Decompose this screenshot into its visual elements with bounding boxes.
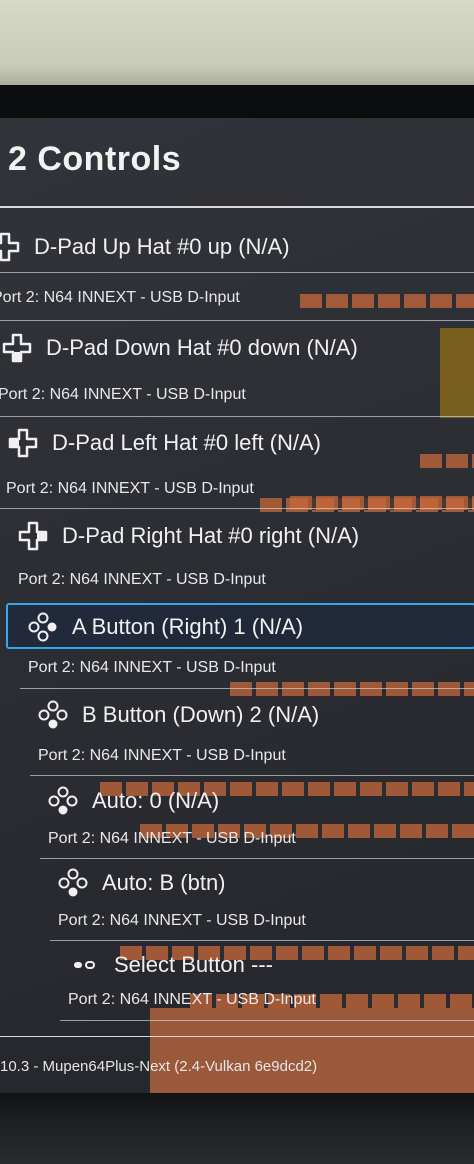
menu-item-sublabel: Port 2: N64 INNEXT - USB D-Input [0,289,240,306]
menu-item-sublabel: Port 2: N64 INNEXT - USB D-Input [38,747,286,764]
menu-item-auto-b[interactable]: Auto: B (btn) [58,868,226,898]
select-icon [70,950,100,980]
menu-item-label: Auto: B (btn) [102,870,226,895]
dpad-icon [18,521,48,551]
menu-item-sublabel: Port 2: N64 INNEXT - USB D-Input [58,912,306,929]
core-version-footer: 10.3 - Mupen64Plus-Next (2.4-Vulkan 6e9d… [0,1058,318,1075]
dpad-icon [8,428,38,458]
menu-item-label: B Button (Down) 2 (N/A) [82,702,320,727]
menu-item-a-button[interactable]: A Button (Right) 1 (N/A) [28,612,303,642]
row-divider [0,320,474,321]
row-divider [50,940,474,941]
face-buttons-icon [28,612,58,642]
footer-divider [0,1036,474,1037]
menu-item-select-button[interactable]: Select Button --- [70,950,273,980]
row-divider [0,508,474,509]
bg-block [440,328,474,418]
menu-item-label: Auto: 0 (N/A) [92,788,220,813]
menu-item-sublabel: Port 2: N64 INNEXT - USB D-Input [6,480,254,497]
face-buttons-icon [38,700,68,730]
row-divider [40,858,474,859]
menu-item-label: D-Pad Right Hat #0 right (N/A) [62,523,360,548]
bg-bricks [300,294,474,308]
menu-item-label: D-Pad Left Hat #0 left (N/A) [52,430,321,455]
title-divider [0,206,474,208]
menu-item-sublabel: Port 2: N64 INNEXT - USB D-Input [18,571,266,588]
wall-background [0,0,474,95]
menu-item-label: D-Pad Up Hat #0 up (N/A) [34,234,290,259]
menu-item-b-button[interactable]: B Button (Down) 2 (N/A) [38,700,319,730]
menu-item-sublabel: Port 2: N64 INNEXT - USB D-Input [28,659,276,676]
menu-item-sublabel: Port 2: N64 INNEXT - USB D-Input [68,991,316,1008]
menu-item-auto-0[interactable]: Auto: 0 (N/A) [48,786,219,816]
row-divider [20,688,474,689]
row-divider [60,1020,474,1021]
face-buttons-icon [58,868,88,898]
tv-bottom-bezel [0,1093,474,1164]
row-divider [0,416,474,417]
row-divider [30,775,474,776]
dpad-icon [2,333,32,363]
menu-item-dpad-down[interactable]: D-Pad Down Hat #0 down (N/A) [2,333,358,363]
dpad-icon [0,232,20,262]
row-divider [0,272,474,273]
menu-item-dpad-right[interactable]: D-Pad Right Hat #0 right (N/A) [18,521,359,551]
bg-bricks [420,454,474,468]
menu-item-sublabel: Port 2: N64 INNEXT - USB D-Input [0,386,246,403]
menu-item-dpad-up[interactable]: D-Pad Up Hat #0 up (N/A) [0,232,290,262]
menu-item-label: D-Pad Down Hat #0 down (N/A) [46,335,358,360]
menu-item-sublabel: Port 2: N64 INNEXT - USB D-Input [48,830,296,847]
menu-item-label: A Button (Right) 1 (N/A) [72,614,304,639]
face-buttons-icon [48,786,78,816]
bg-bricks [230,682,474,696]
menu-item-label: Select Button --- [114,952,273,977]
menu-item-dpad-left[interactable]: D-Pad Left Hat #0 left (N/A) [8,428,321,458]
page-title: 2 Controls [8,140,182,178]
